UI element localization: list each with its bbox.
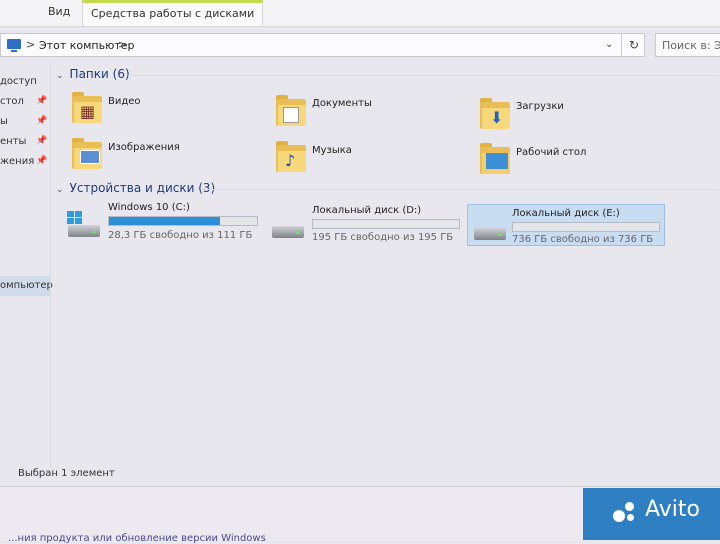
downloads-folder-icon[interactable]: ⬇ [480,98,510,130]
hard-drive-icon[interactable] [272,222,304,238]
bottom-notification-text[interactable]: ...ния продукта или обновление версии Wi… [8,533,266,544]
search-input[interactable]: Поиск в: Этот [662,39,720,52]
nav-item-quick-access[interactable]: доступ [0,76,37,87]
status-text: Выбран 1 элемент [18,468,115,479]
drive-usage-fill [109,217,220,225]
folder-label-video[interactable]: Видео [108,96,141,107]
breadcrumb-separator[interactable]: > [26,38,35,51]
windows-drive-icon[interactable] [68,221,100,237]
drive-info-d: 195 ГБ свободно из 195 ГБ [312,232,454,243]
address-dropdown-icon[interactable]: ⌄ [605,39,613,50]
ribbon: Вид Средства работы с дисками [0,0,720,27]
documents-folder-icon[interactable] [276,95,306,127]
drive-label-c[interactable]: Windows 10 (C:) [108,202,190,213]
navigation-pane: доступ стол 📌 ы 📌 енты 📌 жения 📌 омпьюте… [0,66,53,461]
avito-watermark: Avito [583,488,720,540]
folder-label-desktop[interactable]: Рабочий стол [516,147,586,158]
avito-wordmark: Avito [645,497,700,522]
folders-section-title: Папки (6) [69,67,130,81]
section-divider [128,75,718,76]
chevron-down-icon: ⌄ [56,71,64,81]
refresh-button[interactable]: ↻ [621,34,646,56]
this-pc-icon [7,39,21,52]
folder-label-downloads[interactable]: Загрузки [516,101,564,112]
drives-section-title: Устройства и диски (3) [69,181,216,195]
video-folder-icon[interactable]: ▦ [72,92,102,124]
tab-view[interactable]: Вид [48,5,70,18]
music-folder-icon[interactable]: ♪ [276,141,306,173]
avito-logo-icon [613,502,639,524]
hard-drive-icon[interactable] [474,224,506,240]
pin-icon: 📌 [36,156,48,166]
pin-icon: 📌 [36,116,48,126]
pane-divider[interactable] [50,58,51,468]
folders-section-header[interactable]: ⌄ Папки (6) [56,67,130,81]
nav-item-pictures[interactable]: жения [0,156,34,167]
drive-info-c: 28,3 ГБ свободно из 111 ГБ [108,230,253,241]
folder-label-documents[interactable]: Документы [312,98,372,109]
address-bar[interactable]: > Этот компьютер > ⌄ ↻ [0,33,645,57]
folder-label-music[interactable]: Музыка [312,145,352,156]
drive-usage-bar-c [108,216,258,226]
nav-item-this-pc[interactable]: омпьютер [0,280,53,291]
drive-info-e: 736 ГБ свободно из 736 ГБ [512,234,654,245]
search-box[interactable]: Поиск в: Этот [655,33,720,57]
chevron-down-icon: ⌄ [56,185,64,195]
drive-label-d[interactable]: Локальный диск (D:) [312,205,421,216]
pictures-folder-icon[interactable] [72,138,102,170]
drive-label-e[interactable]: Локальный диск (E:) [512,208,620,219]
drive-usage-bar-e [512,222,660,232]
nav-item-downloads[interactable]: ы [0,116,8,127]
breadcrumb-separator-2[interactable]: > [118,38,127,51]
drives-section-header[interactable]: ⌄ Устройства и диски (3) [56,181,215,195]
nav-item-documents[interactable]: енты [0,136,26,147]
folder-label-pictures[interactable]: Изображения [108,142,180,153]
desktop-folder-icon[interactable] [480,143,510,175]
nav-item-desktop[interactable]: стол [0,96,24,107]
pin-icon: 📌 [36,136,48,146]
pin-icon: 📌 [36,96,48,106]
section-divider [202,189,718,190]
tab-drive-tools[interactable]: Средства работы с дисками [82,0,264,26]
drive-usage-bar-d [312,219,460,229]
